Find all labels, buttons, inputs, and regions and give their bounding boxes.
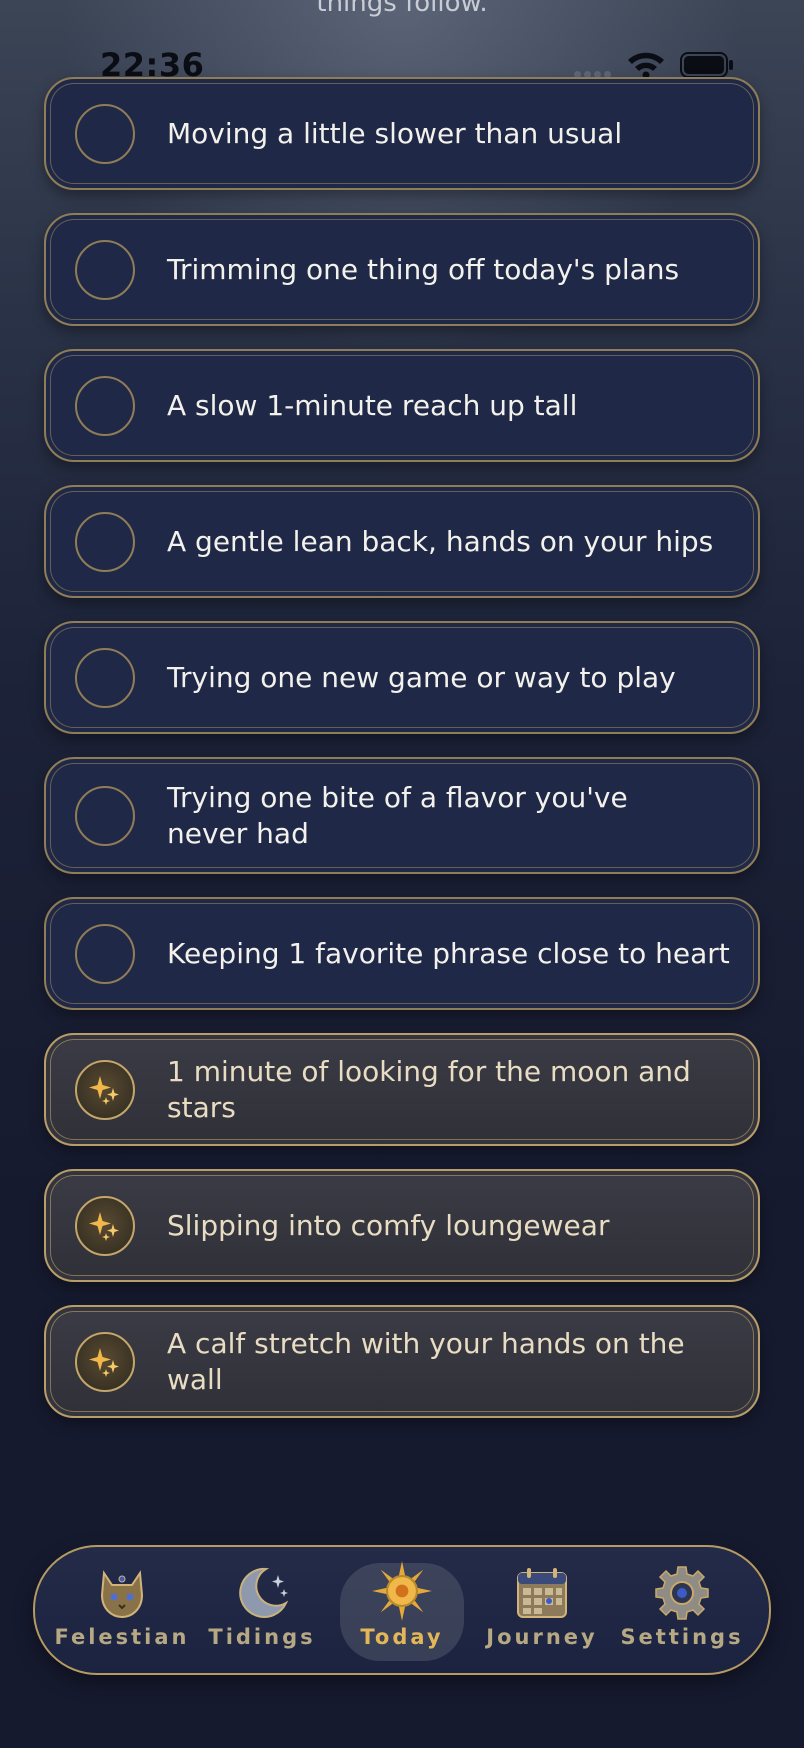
task-checkbox[interactable]	[75, 512, 135, 572]
task-checkbox[interactable]	[75, 376, 135, 436]
task-card[interactable]: A gentle lean back, hands on your hips	[44, 485, 760, 598]
task-label: Trying one bite of a flavor you've never…	[167, 780, 628, 850]
tab-journey[interactable]: Journey	[473, 1547, 611, 1673]
task-checkbox[interactable]	[75, 786, 135, 846]
tab-tidings[interactable]: Tidings	[193, 1547, 331, 1673]
wifi-icon	[628, 52, 664, 78]
task-card[interactable]: Trying one new game or way to play	[44, 621, 760, 734]
task-card[interactable]: Trimming one thing off today's plans	[44, 213, 760, 326]
sparkle-check-icon[interactable]	[75, 1332, 135, 1392]
sun-icon	[372, 1561, 432, 1621]
task-card[interactable]: Trying one bite of a flavor you've never…	[44, 757, 760, 874]
task-label: A slow 1-minute reach up tall	[167, 388, 578, 422]
task-checkbox[interactable]	[75, 104, 135, 164]
cat-crest-icon	[100, 1570, 144, 1619]
tab-settings[interactable]: Settings	[613, 1547, 751, 1673]
task-checkbox[interactable]	[75, 924, 135, 984]
calendar-icon	[517, 1568, 567, 1618]
tab-label: Tidings	[208, 1625, 316, 1649]
task-label: 1 minute of looking for the moon and sta…	[167, 1054, 691, 1124]
task-label: Trimming one thing off today's plans	[167, 252, 680, 286]
crescent-moon-icon	[239, 1567, 289, 1618]
task-label: A gentle lean back, hands on your hips	[167, 524, 714, 558]
tab-bar: Felestian Tidings Today Journey Settings	[33, 1545, 771, 1675]
tab-today[interactable]: Today	[333, 1547, 471, 1673]
task-card-completed[interactable]: Slipping into comfy loungewear	[44, 1169, 760, 1282]
task-checkbox[interactable]	[75, 240, 135, 300]
gear-icon	[655, 1566, 709, 1620]
task-card[interactable]: Moving a little slower than usual	[44, 77, 760, 190]
tab-felestian[interactable]: Felestian	[53, 1547, 191, 1673]
sparkle-check-icon[interactable]	[75, 1060, 135, 1120]
tab-label: Today	[360, 1625, 444, 1649]
task-card[interactable]: Keeping 1 favorite phrase close to heart	[44, 897, 760, 1010]
battery-icon	[680, 52, 733, 78]
sparkle-check-icon[interactable]	[75, 1196, 135, 1256]
task-label: A calf stretch with your hands on the wa…	[167, 1326, 685, 1396]
tab-label: Journey	[486, 1625, 598, 1649]
tab-label: Felestian	[54, 1625, 190, 1649]
scrolled-header-text: things follow.	[316, 0, 488, 18]
tab-label: Settings	[620, 1625, 744, 1649]
task-checkbox[interactable]	[75, 648, 135, 708]
task-label: Keeping 1 favorite phrase close to heart	[167, 936, 730, 970]
task-card[interactable]: A slow 1-minute reach up tall	[44, 349, 760, 462]
task-card-completed[interactable]: 1 minute of looking for the moon and sta…	[44, 1033, 760, 1146]
task-label: Trying one new game or way to play	[167, 660, 676, 694]
task-label: Slipping into comfy loungewear	[167, 1208, 610, 1242]
task-card-completed[interactable]: A calf stretch with your hands on the wa…	[44, 1305, 760, 1418]
task-label: Moving a little slower than usual	[167, 116, 623, 150]
